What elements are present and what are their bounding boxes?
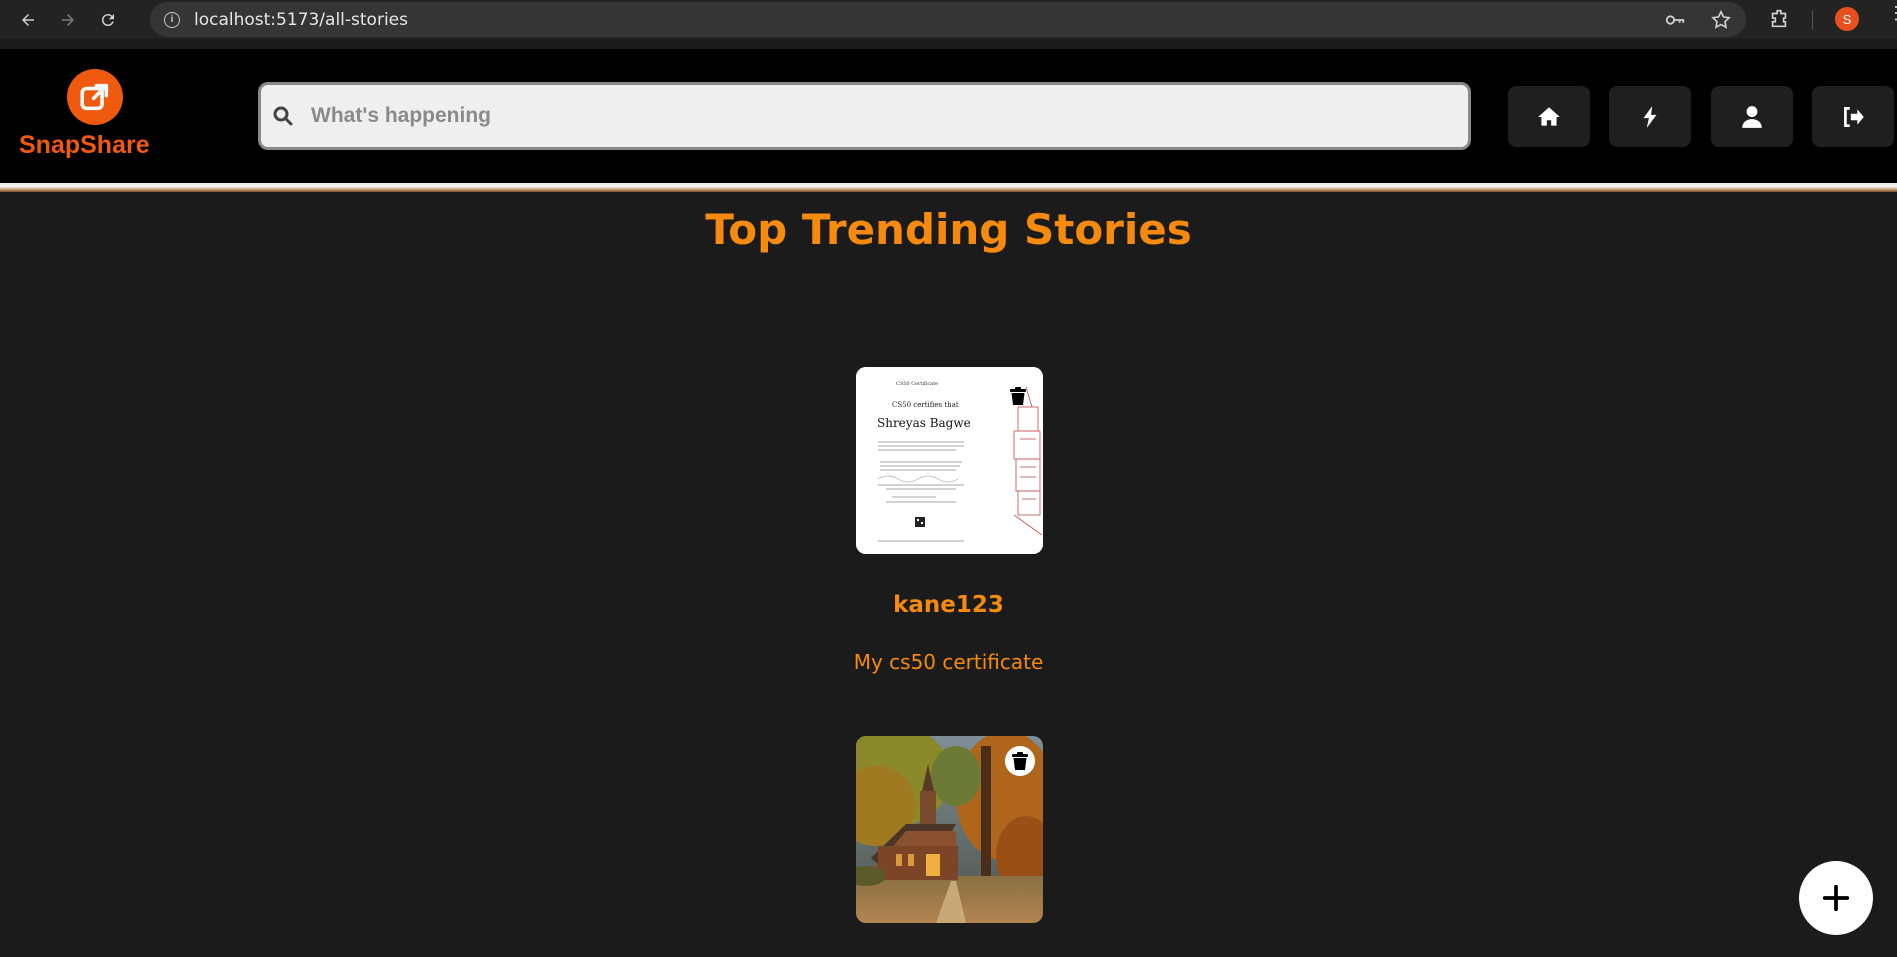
toolbar-separator [1812,10,1813,30]
plus-icon [1822,884,1850,912]
reload-icon [101,13,114,26]
cert-line1: CS50 certifies that [892,401,959,409]
site-info-icon[interactable]: i [164,11,180,28]
bolt-icon [1643,105,1657,128]
search-icon [273,106,293,126]
home-button[interactable] [1508,86,1590,147]
logo-icon[interactable] [67,69,123,125]
address-bar[interactable]: i localhost:5173/all-stories [150,2,1746,37]
profile-button[interactable] [1711,86,1793,147]
reload-button[interactable] [90,2,126,38]
search-bar[interactable] [258,82,1471,150]
back-arrow-icon [22,13,34,26]
browser-toolbar: i localhost:5173/all-stories S ⋮ [0,0,1897,39]
logout-icon [1844,106,1864,127]
delete-story-button[interactable] [1005,746,1035,776]
cert-header: CS50 Certificate [896,381,938,387]
password-key-icon[interactable] [1664,9,1686,31]
logout-button[interactable] [1812,86,1894,147]
story-image-chapel[interactable] [856,736,1043,923]
share-external-icon [80,83,109,111]
story-username[interactable]: kane123 [0,592,1897,618]
forward-arrow-icon [62,13,74,26]
user-icon [1742,105,1762,128]
home-icon [1538,106,1560,126]
delete-story-button[interactable] [1003,381,1033,411]
logo-text[interactable]: SnapShare [19,131,150,160]
trash-icon [1010,387,1026,405]
story-caption: My cs50 certificate [853,650,1044,674]
cert-name: Shreyas Bagwe [877,416,971,430]
story-image-certificate[interactable]: CS50 Certificate CS50 certifies that Shr… [856,367,1043,554]
bookmark-star-icon[interactable] [1710,9,1732,31]
add-story-button[interactable] [1799,861,1873,935]
bolt-button[interactable] [1609,86,1691,147]
back-button[interactable] [10,2,46,38]
forward-button[interactable] [50,2,86,38]
extensions-puzzle-icon[interactable] [1768,8,1790,30]
search-input[interactable] [311,104,1411,128]
page-title: Top Trending Stories [705,205,1192,254]
header-divider [0,183,1897,192]
trash-icon [1012,752,1028,770]
url-text: localhost:5173/all-stories [194,9,408,30]
profile-avatar[interactable]: S [1835,7,1859,31]
menu-kebab-icon[interactable]: ⋮ [1887,4,1897,22]
app-header: SnapShare [0,49,1897,184]
